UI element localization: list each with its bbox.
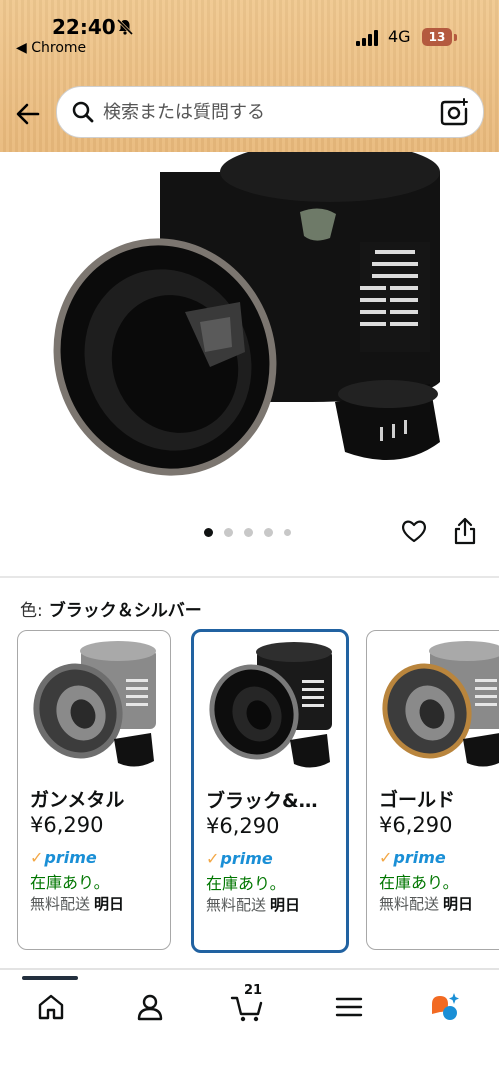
color-selection-label: 色: ブラック＆シルバー [20, 596, 202, 621]
prime-check-icon: ✓ [206, 849, 220, 868]
color-label: 色: [20, 601, 43, 621]
prime-label: prime [44, 848, 97, 867]
back-arrow-icon[interactable] [14, 100, 42, 128]
prime-label: prime [220, 849, 273, 868]
variation-card-gold[interactable]: ゴールド ¥6,290 ✓prime 在庫あり。 無料配送 明日 [366, 630, 499, 950]
variation-name: ガンメタル [30, 789, 125, 811]
shipping-info: 無料配送 明日 [379, 893, 473, 914]
menu-icon[interactable] [332, 990, 366, 1024]
shipping-label: 無料配送 [206, 896, 267, 914]
shipping-label: 無料配送 [30, 895, 91, 913]
stock-status: 在庫あり。 [379, 873, 459, 892]
heart-icon[interactable] [400, 517, 428, 545]
battery-tip [454, 34, 457, 41]
section-divider [0, 576, 499, 578]
status-time: 22:40 [52, 15, 116, 39]
prime-badge: ✓prime [30, 848, 97, 867]
variation-name: ブラック&… [206, 790, 318, 812]
pagination-dot[interactable] [264, 528, 273, 537]
home-icon[interactable] [34, 990, 68, 1024]
shipping-day: 明日 [443, 895, 474, 913]
account-icon[interactable] [133, 990, 167, 1024]
search-bar[interactable] [56, 86, 484, 138]
product-image[interactable] [0, 152, 499, 502]
variation-price: ¥6,290 [30, 813, 104, 837]
variation-price: ¥6,290 [206, 814, 280, 838]
selected-color: ブラック＆シルバー [48, 601, 202, 621]
variation-name: ゴールド [379, 789, 456, 811]
search-input[interactable] [103, 98, 423, 126]
bell-off-icon [116, 18, 134, 36]
variation-thumbnail [209, 642, 332, 768]
pagination-dot[interactable] [284, 529, 291, 536]
back-to-app-link[interactable]: ◀ Chrome [16, 40, 86, 56]
prime-badge: ✓prime [379, 848, 446, 867]
share-icon[interactable] [452, 516, 478, 546]
home-indicator-area [0, 1040, 499, 1080]
rufus-assistant-icon[interactable] [428, 990, 462, 1024]
stock-status: 在庫あり。 [206, 874, 286, 893]
variation-card-gunmetal[interactable]: ガンメタル ¥6,290 ✓prime 在庫あり。 無料配送 明日 [17, 630, 171, 950]
shipping-day: 明日 [94, 895, 125, 913]
shipping-day: 明日 [270, 896, 301, 914]
shipping-info: 無料配送 明日 [30, 893, 124, 914]
image-pagination-dots [200, 525, 300, 539]
camera-search-icon[interactable] [439, 97, 469, 127]
shipping-info: 無料配送 明日 [206, 894, 300, 915]
pagination-dot[interactable] [244, 528, 253, 537]
prime-check-icon: ✓ [379, 848, 393, 867]
variation-price: ¥6,290 [379, 813, 453, 837]
prime-check-icon: ✓ [30, 848, 44, 867]
pagination-dot[interactable] [204, 528, 213, 537]
prime-label: prime [393, 848, 446, 867]
variation-thumbnail [382, 641, 499, 767]
network-type: 4G [388, 27, 411, 46]
search-icon [72, 101, 94, 123]
stock-status: 在庫あり。 [30, 873, 110, 892]
signal-icon [356, 30, 378, 46]
app-header: 22:40 ◀ Chrome 4G 13 [0, 0, 499, 152]
pagination-dot[interactable] [224, 528, 233, 537]
color-variation-list: ガンメタル ¥6,290 ✓prime 在庫あり。 無料配送 明日 ブラック&… … [0, 628, 499, 958]
variation-thumbnail [33, 641, 156, 767]
shipping-label: 無料配送 [379, 895, 440, 913]
cart-count-badge: 21 [244, 983, 263, 998]
bottom-nav-divider [0, 968, 499, 970]
variation-card-black-silver[interactable]: ブラック&… ¥6,290 ✓prime 在庫あり。 無料配送 明日 [191, 629, 349, 953]
battery-level: 13 [422, 28, 452, 46]
prime-badge: ✓prime [206, 849, 273, 868]
reel-spool-image [53, 152, 440, 476]
